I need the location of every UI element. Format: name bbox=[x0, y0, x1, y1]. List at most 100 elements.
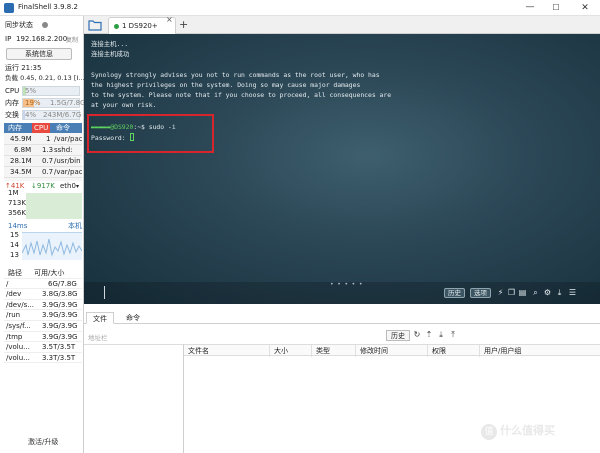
address-bar-input[interactable]: 地址栏 bbox=[88, 332, 108, 342]
disk-size: 3.9G/3.9G bbox=[42, 321, 78, 330]
table-row[interactable]: 6.8M 1.3 sshd: bbox=[4, 145, 82, 156]
history-button[interactable]: 历史 bbox=[444, 288, 465, 298]
disk-size: 3.9G/3.9G bbox=[42, 300, 78, 309]
table-row[interactable]: 45.9M 1 /var/pac bbox=[4, 134, 82, 145]
net-scale-1: 1M bbox=[8, 189, 19, 197]
tab-sort-command[interactable]: 命令 bbox=[54, 123, 72, 133]
process-cpu: 0.7 bbox=[42, 157, 54, 165]
disk-path: /dev/s... bbox=[6, 300, 34, 309]
upload-file-icon[interactable]: ⤒ bbox=[448, 329, 458, 340]
close-tab-icon[interactable]: × bbox=[166, 15, 173, 24]
disk-size: 3.9G/3.9G bbox=[42, 311, 78, 320]
process-sort-tabs: 内存 CPU 命令 bbox=[4, 123, 82, 133]
table-row[interactable]: /sys/f... 3.9G/3.9G bbox=[4, 321, 82, 332]
process-command: /var/pac bbox=[54, 135, 82, 143]
disk-size: 3.8G/3.8G bbox=[42, 290, 78, 299]
terminal-line: 连接主机... bbox=[91, 40, 129, 48]
process-memory: 28.1M bbox=[10, 157, 32, 165]
disk-header-path: 路径 bbox=[8, 269, 22, 277]
tab-sort-memory[interactable]: 内存 bbox=[6, 123, 24, 133]
tab-label: 1 DS920+ bbox=[122, 22, 158, 30]
process-cpu: 1.3 bbox=[42, 146, 54, 154]
table-row[interactable]: 34.5M 0.7 /var/pac bbox=[4, 167, 82, 178]
disk-path: /run bbox=[6, 311, 21, 320]
close-window-button[interactable]: ✕ bbox=[574, 1, 596, 15]
folder-icon[interactable] bbox=[88, 19, 102, 31]
system-info-button[interactable]: 系统信息 bbox=[6, 48, 72, 60]
file-history-button[interactable]: 历史 bbox=[386, 330, 410, 341]
column-type[interactable]: 类型 bbox=[312, 345, 356, 357]
tab-files[interactable]: 文件 bbox=[86, 312, 114, 324]
net-interface-select[interactable]: eth0 bbox=[60, 182, 76, 191]
disk-table: 路径 可用/大小 / 6G/7.8G /dev 3.8G/3.8G /dev/s..… bbox=[4, 268, 82, 364]
process-command: /var/pac bbox=[54, 168, 82, 176]
folder-up-icon[interactable]: ⇡ bbox=[424, 329, 434, 340]
watermark-badge: 值 bbox=[481, 424, 497, 440]
app-logo-icon bbox=[4, 3, 14, 13]
resize-handle-icon[interactable]: • • • • • bbox=[330, 281, 363, 288]
column-size[interactable]: 大小 bbox=[270, 345, 312, 357]
connected-status-icon bbox=[114, 24, 119, 29]
process-table: 45.9M 1 /var/pac 6.8M 1.3 sshd: 28.1M 0.… bbox=[4, 133, 82, 181]
table-row[interactable]: / 6G/7.8G bbox=[4, 279, 82, 290]
command-input-caret bbox=[104, 286, 105, 299]
process-memory: 34.5M bbox=[10, 168, 32, 176]
swap-value: 243M/6.7G bbox=[43, 111, 82, 119]
refresh-icon[interactable]: ↻ bbox=[412, 329, 422, 340]
terminal-line: 连接主机成功 bbox=[91, 50, 130, 58]
table-row[interactable]: 28.1M 0.7 /usr/bin bbox=[4, 156, 82, 167]
memory-percent: 19% bbox=[25, 99, 41, 107]
process-cpu: 0.7 bbox=[42, 168, 54, 176]
swap-percent: 4% bbox=[25, 111, 37, 119]
terminal-line: to the system. Please note that if you c… bbox=[91, 91, 392, 99]
disk-size: 3.5T/3.5T bbox=[42, 343, 76, 352]
download-file-icon[interactable]: ⤓ bbox=[436, 329, 446, 340]
column-filename[interactable]: 文件名 bbox=[184, 345, 270, 357]
copy-ip-link[interactable]: 复制 bbox=[66, 36, 78, 45]
net-scale-3: 356K bbox=[8, 209, 26, 217]
search-icon[interactable]: ⌕ bbox=[531, 288, 540, 298]
network-traffic-chart bbox=[26, 193, 82, 219]
sync-status-label: 同步状态 bbox=[5, 21, 33, 29]
table-row[interactable]: /dev/s... 3.9G/3.9G bbox=[4, 300, 82, 311]
load-text: 负载 0.45, 0.21, 0.13 [I... bbox=[5, 74, 85, 82]
paste-icon[interactable]: ▤ bbox=[518, 288, 527, 298]
uptime-text: 运行 21:35 bbox=[5, 64, 42, 72]
column-permission[interactable]: 权限 bbox=[428, 345, 480, 357]
table-row[interactable]: /volu... 3.3T/3.5T bbox=[4, 353, 82, 364]
latency-chart bbox=[21, 232, 83, 260]
tab-sort-cpu[interactable]: CPU bbox=[32, 123, 51, 133]
cpu-usage-value: 5% bbox=[25, 87, 37, 95]
gear-icon[interactable]: ⚙ bbox=[543, 288, 552, 298]
table-row[interactable]: /run 3.9G/3.9G bbox=[4, 310, 82, 321]
activate-upgrade-link[interactable]: 激活/升级 bbox=[28, 437, 58, 447]
disk-path: /volu... bbox=[6, 353, 30, 362]
table-row[interactable]: /tmp 3.9G/3.9G bbox=[4, 332, 82, 343]
chevron-down-icon[interactable]: ▾ bbox=[76, 182, 79, 191]
directory-tree[interactable] bbox=[84, 344, 184, 453]
add-tab-button[interactable]: + bbox=[179, 18, 188, 31]
command-input-bar[interactable]: • • • • • 历史 选项 ⚡ ❐ ▤ ⌕ ⚙ ⤓ ☰ bbox=[84, 281, 600, 304]
options-button[interactable]: 选项 bbox=[470, 288, 491, 298]
maximize-button[interactable]: ☐ bbox=[546, 1, 566, 15]
terminal-line: the highest privileges on the system. Do… bbox=[91, 81, 361, 89]
download-icon[interactable]: ⤓ bbox=[555, 288, 564, 298]
column-owner[interactable]: 用户/用户组 bbox=[480, 345, 600, 357]
table-row[interactable]: /volu... 3.5T/3.5T bbox=[4, 342, 82, 353]
swap-label: 交换 bbox=[5, 111, 19, 119]
disk-header-size: 可用/大小 bbox=[34, 269, 65, 277]
tab-commands[interactable]: 命令 bbox=[120, 312, 146, 324]
menu-icon[interactable]: ☰ bbox=[568, 288, 577, 298]
table-row[interactable]: /dev 3.8G/3.8G bbox=[4, 289, 82, 300]
process-command: sshd: bbox=[54, 146, 73, 154]
cpu-usage-bar: 5% bbox=[22, 86, 80, 96]
copy-icon[interactable]: ❐ bbox=[507, 288, 516, 298]
terminal-panel[interactable]: 连接主机... 连接主机成功 Synology strongly advises… bbox=[84, 34, 600, 304]
minimize-button[interactable]: — bbox=[520, 1, 540, 15]
disk-size: 3.9G/3.9G bbox=[42, 332, 78, 341]
lightning-icon[interactable]: ⚡ bbox=[496, 288, 505, 298]
column-modified[interactable]: 修改时间 bbox=[356, 345, 428, 357]
disk-size: 6G/7.8G bbox=[48, 279, 77, 288]
memory-label: 内存 bbox=[5, 99, 19, 107]
disk-path: /dev bbox=[6, 290, 22, 299]
